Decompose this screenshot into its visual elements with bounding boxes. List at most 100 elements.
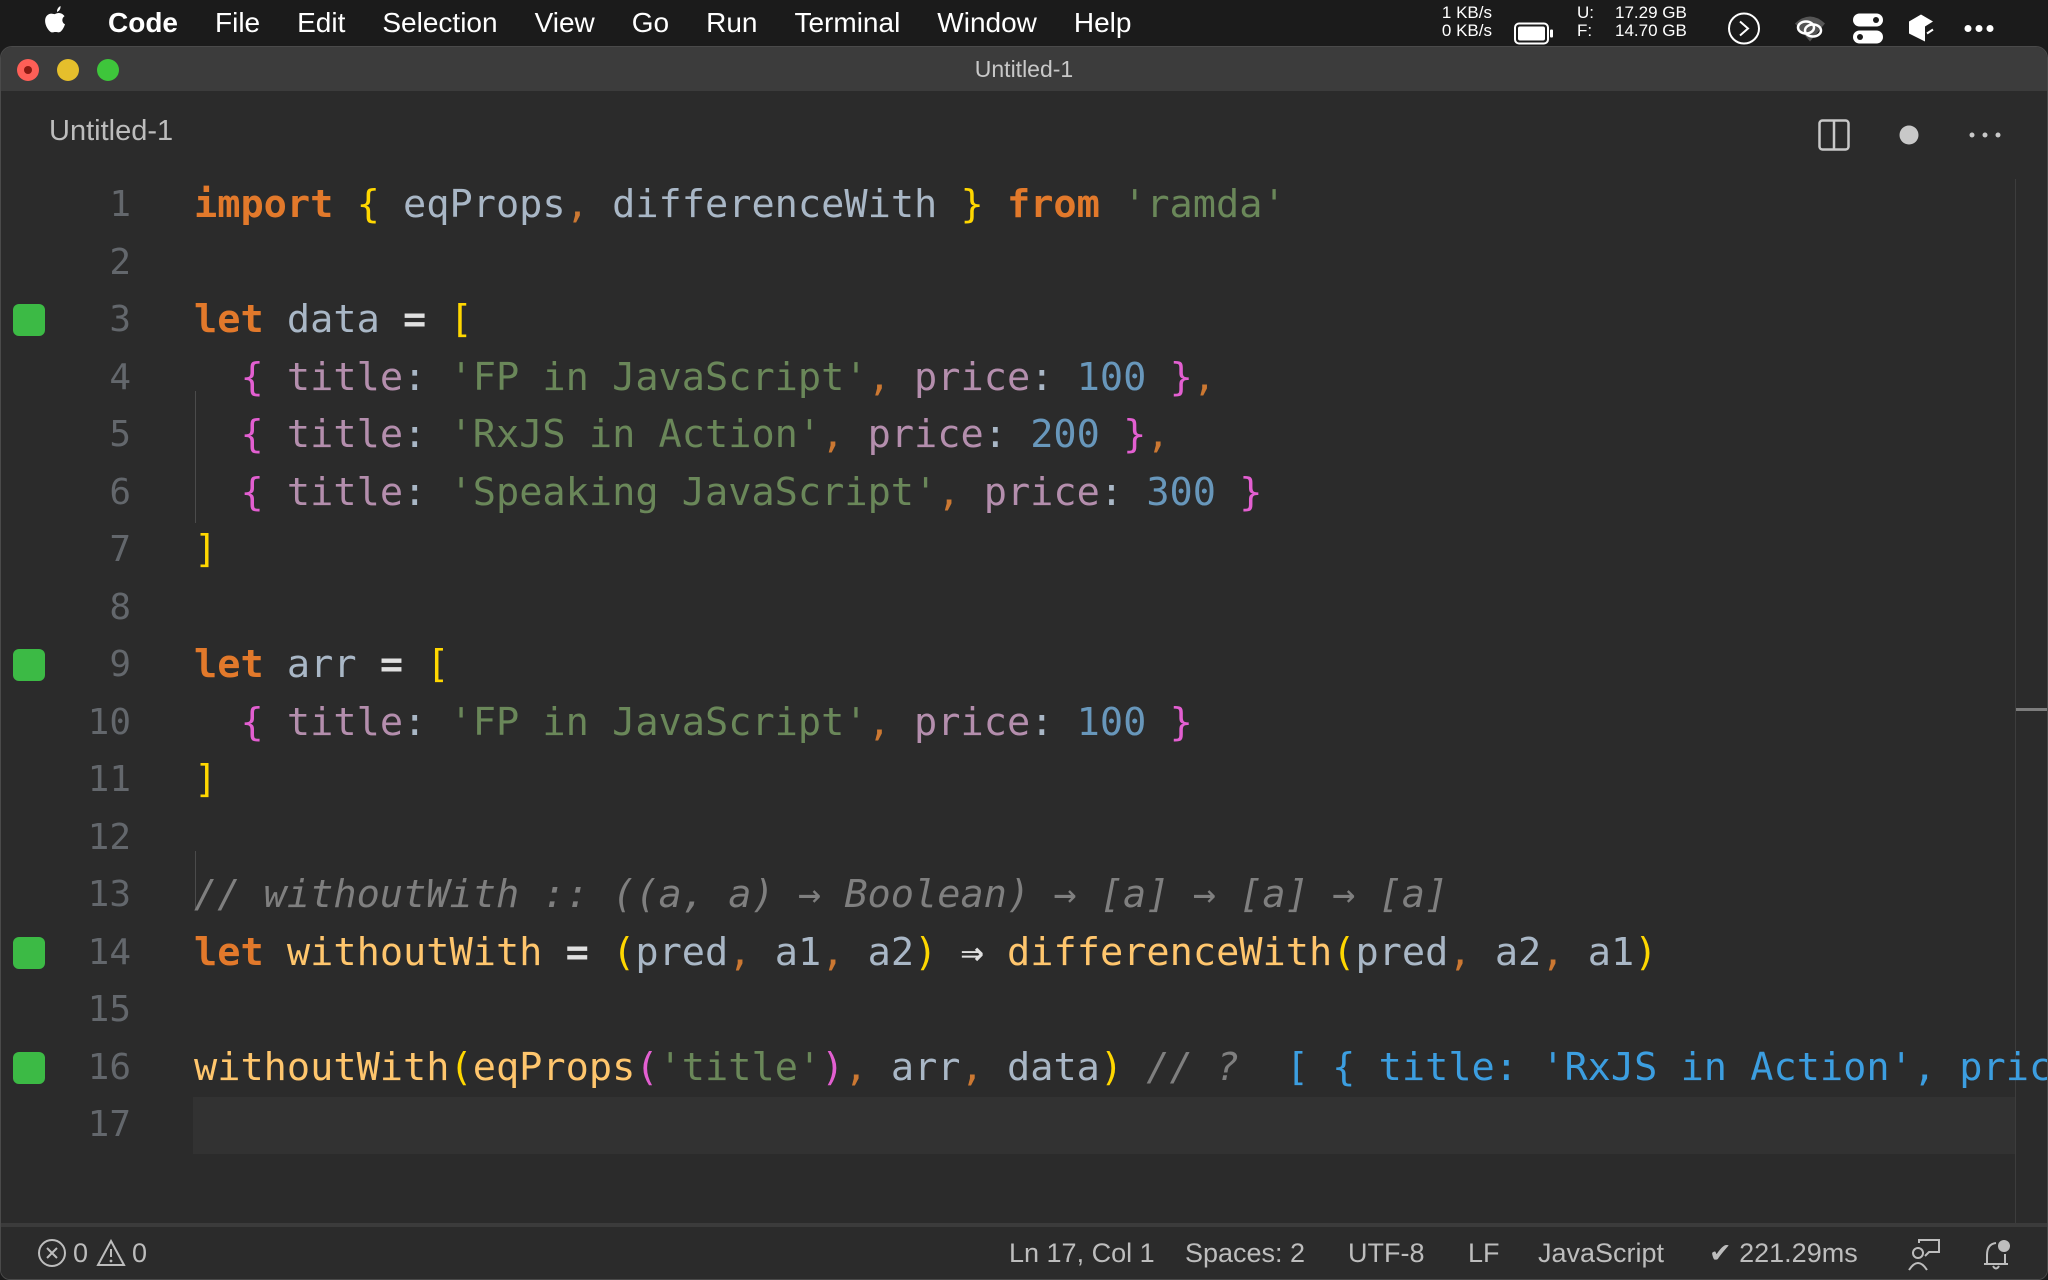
code-line[interactable]: 4 { title: 'FP in JavaScript', price: 10… bbox=[1, 349, 2047, 407]
feedback-button[interactable] bbox=[1907, 1237, 1941, 1271]
code-line[interactable]: 2 bbox=[1, 234, 2047, 292]
unsaved-indicator[interactable] bbox=[1889, 115, 1929, 155]
code-line[interactable]: 11] bbox=[1, 751, 2047, 809]
menu-selection[interactable]: Selection bbox=[382, 7, 497, 39]
code-token: 200 bbox=[1030, 412, 1100, 457]
code-token: from bbox=[1006, 182, 1100, 227]
disk-used-label: U: bbox=[1577, 3, 1594, 22]
code-token: ] bbox=[194, 757, 218, 802]
code-token: ( bbox=[635, 1044, 659, 1090]
menu-window[interactable]: Window bbox=[937, 7, 1037, 39]
code-token: price bbox=[983, 469, 1100, 515]
menu-file[interactable]: File bbox=[215, 7, 260, 39]
tab-bar: Untitled-1 bbox=[1, 91, 2047, 179]
code-line[interactable]: 6 { title: 'Speaking JavaScript', price:… bbox=[1, 464, 2047, 522]
code-line[interactable]: 1 import { eqProps, differenceWith } from… bbox=[1, 176, 2047, 234]
creative-cloud-icon[interactable] bbox=[1793, 6, 1827, 51]
code-line[interactable]: 9 let arr = [ bbox=[1, 636, 2047, 694]
eol-setting[interactable]: LF bbox=[1468, 1227, 1500, 1279]
code-token: , bbox=[728, 929, 752, 975]
code-token: pred bbox=[635, 929, 729, 975]
notifications-button[interactable] bbox=[1981, 1237, 2015, 1271]
disk-usage[interactable]: U: F: 17.29 GB 14.70 GB bbox=[1577, 4, 1687, 49]
menu-go[interactable]: Go bbox=[632, 7, 669, 39]
menu-view[interactable]: View bbox=[535, 7, 595, 39]
inline-result: [ { title: 'RxJS in Action', price: 200 … bbox=[1285, 1044, 2047, 1090]
code-token: : bbox=[403, 354, 450, 400]
apple-icon[interactable] bbox=[40, 4, 70, 38]
indentation-setting[interactable]: Spaces: 2 bbox=[1185, 1227, 1305, 1279]
code-token: 100 bbox=[1076, 699, 1147, 745]
quokka-coverage-marker[interactable] bbox=[13, 649, 45, 681]
encoding-setting[interactable]: UTF-8 bbox=[1348, 1227, 1425, 1279]
code-token: ) bbox=[1634, 929, 1658, 975]
menu-run[interactable]: Run bbox=[706, 7, 757, 39]
title-bar: Untitled-1 bbox=[1, 47, 2047, 91]
disk-free: 14.70 GB bbox=[1615, 21, 1687, 40]
line-number: 1 bbox=[109, 184, 131, 225]
menu-help[interactable]: Help bbox=[1074, 7, 1132, 39]
control-center-icon[interactable] bbox=[1851, 6, 1885, 51]
code-line[interactable]: 17 bbox=[1, 1096, 2047, 1154]
run-icon[interactable] bbox=[1727, 6, 1761, 51]
network-speed[interactable]: 1 KB/s 0 KB/s bbox=[1432, 4, 1492, 49]
menu-app-name[interactable]: Code bbox=[108, 7, 178, 39]
quokka-coverage-marker[interactable] bbox=[13, 304, 45, 336]
code-token: eqProps bbox=[379, 182, 566, 227]
code-token: : bbox=[1030, 354, 1077, 400]
code-token: withoutWith bbox=[286, 929, 543, 975]
code-token: { bbox=[240, 699, 264, 745]
code-token: { bbox=[240, 469, 264, 515]
code-token: title bbox=[286, 412, 404, 457]
language-mode[interactable]: JavaScript bbox=[1538, 1227, 1664, 1279]
code-line[interactable]: 8 bbox=[1, 579, 2047, 637]
code-token: : bbox=[1030, 699, 1077, 745]
code-line[interactable]: 7] bbox=[1, 521, 2047, 579]
more-icon[interactable] bbox=[1962, 6, 1996, 51]
macos-menubar: Code File Edit Selection View Go Run Ter… bbox=[0, 0, 2048, 45]
app-icon[interactable] bbox=[1905, 6, 1939, 51]
code-line[interactable]: 14 let withoutWith = (pred, a1, a2) ⇒ dif… bbox=[1, 924, 2047, 982]
code-line[interactable]: 5 { title: 'RxJS in Action', price: 200 … bbox=[1, 406, 2047, 464]
split-editor-button[interactable] bbox=[1814, 115, 1854, 155]
code-line[interactable]: 13 // withoutWith :: ((a, a) → Boolean) →… bbox=[1, 866, 2047, 924]
code-token: , bbox=[844, 1044, 868, 1090]
code-line[interactable]: 3 let data = [ bbox=[1, 291, 2047, 349]
line-number: 11 bbox=[87, 759, 131, 800]
code-text: import { eqProps, differenceWith } from … bbox=[194, 182, 1286, 227]
more-actions-button[interactable] bbox=[1966, 115, 2006, 155]
code-text: { title: 'FP in JavaScript', price: 100 … bbox=[194, 355, 1216, 400]
code-line[interactable]: 15 bbox=[1, 981, 2047, 1039]
status-bar: 0 0 Ln 17, Col 1 Spaces: 2 UTF-8 LF Java… bbox=[1, 1223, 2047, 1279]
code-token: { bbox=[240, 354, 264, 400]
menu-edit[interactable]: Edit bbox=[297, 7, 345, 39]
unsaved-dot-icon bbox=[1899, 125, 1919, 145]
cursor-position[interactable]: Ln 17, Col 1 bbox=[1009, 1227, 1155, 1279]
code-token: : bbox=[403, 469, 450, 515]
code-token: import bbox=[194, 182, 334, 227]
code-text: let arr = [ bbox=[194, 642, 450, 687]
quokka-timing[interactable]: ✔ 221.29ms bbox=[1709, 1227, 1858, 1279]
code-token: 'FP in JavaScript' bbox=[449, 354, 868, 400]
code-line[interactable]: 12 bbox=[1, 809, 2047, 867]
quokka-coverage-marker[interactable] bbox=[13, 936, 45, 969]
menu-terminal[interactable]: Terminal bbox=[794, 7, 900, 39]
line-number: 6 bbox=[109, 471, 131, 513]
tab-untitled-1[interactable]: Untitled-1 bbox=[49, 115, 173, 148]
code-token: differenceWith bbox=[588, 182, 961, 227]
problems-indicator[interactable]: 0 0 bbox=[37, 1227, 147, 1279]
code-token: 300 bbox=[1146, 469, 1216, 515]
quokka-coverage-marker[interactable] bbox=[13, 1051, 45, 1084]
code-token: 'RxJS in Action' bbox=[449, 412, 822, 457]
code-line[interactable]: 16 withoutWith(eqProps('title'), arr, dat… bbox=[1, 1039, 2047, 1097]
code-editor[interactable]: 1 import { eqProps, differenceWith } from… bbox=[1, 179, 2047, 1273]
code-line[interactable]: 10 { title: 'FP in JavaScript', price: 1… bbox=[1, 694, 2047, 752]
code-token: title bbox=[286, 354, 404, 400]
code-token: price bbox=[914, 354, 1031, 400]
